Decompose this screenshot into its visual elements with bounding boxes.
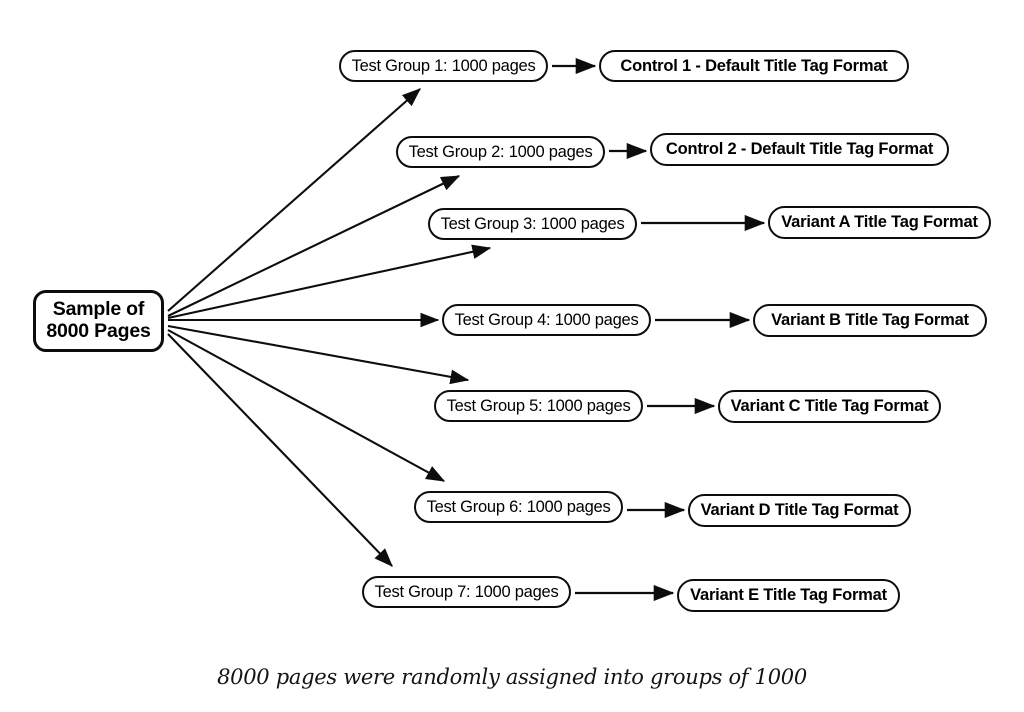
outcome-node-3: Variant A Title Tag Format <box>768 206 991 239</box>
outcome-node-7-label: Variant E Title Tag Format <box>690 586 887 605</box>
source-node-line-1: Sample of <box>52 298 145 321</box>
test-group-node-4: Test Group 4: 1000 pages <box>442 304 651 336</box>
outcome-node-5-label: Variant C Title Tag Format <box>730 397 929 416</box>
test-group-node-4-label: Test Group 4: 1000 pages <box>454 310 639 329</box>
source-node-sample-of-8000-pages: Sample of 8000 Pages <box>33 290 164 352</box>
outcome-node-2-label: Control 2 - Default Title Tag Format <box>665 140 934 159</box>
fanout-arrow-1 <box>167 88 421 312</box>
outcome-node-2: Control 2 - Default Title Tag Format <box>650 133 949 166</box>
outcome-node-1: Control 1 - Default Title Tag Format <box>599 50 909 82</box>
test-group-node-7: Test Group 7: 1000 pages <box>362 576 571 608</box>
test-group-node-5: Test Group 5: 1000 pages <box>434 390 643 422</box>
outcome-node-1-label: Control 1 - Default Title Tag Format <box>620 56 888 75</box>
test-group-node-6-label: Test Group 6: 1000 pages <box>426 497 611 516</box>
outcome-node-5: Variant C Title Tag Format <box>718 390 941 423</box>
diagram-canvas: Sample of 8000 Pages Test Group 1: 1000 … <box>0 0 1024 712</box>
fanout-arrow-6 <box>167 329 446 482</box>
fanout-arrow-5 <box>167 324 470 385</box>
source-node-line-2: 8000 Pages <box>46 320 151 342</box>
outcome-node-7: Variant E Title Tag Format <box>677 579 900 612</box>
outcome-node-4-label: Variant B Title Tag Format <box>771 311 969 330</box>
test-group-node-7-label: Test Group 7: 1000 pages <box>374 582 559 601</box>
outcome-node-4: Variant B Title Tag Format <box>753 304 987 337</box>
fanout-arrow-7 <box>167 333 393 567</box>
outcome-node-6-label: Variant D Title Tag Format <box>700 501 899 520</box>
test-group-node-3: Test Group 3: 1000 pages <box>428 208 637 240</box>
diagram-caption: 8000 pages were randomly assigned into g… <box>217 665 807 689</box>
fanout-arrow-2 <box>167 175 461 317</box>
test-group-node-1-label: Test Group 1: 1000 pages <box>351 56 536 75</box>
test-group-node-6: Test Group 6: 1000 pages <box>414 491 623 523</box>
test-group-node-3-label: Test Group 3: 1000 pages <box>440 214 625 233</box>
test-group-node-5-label: Test Group 5: 1000 pages <box>446 396 631 415</box>
test-group-node-2: Test Group 2: 1000 pages <box>396 136 605 168</box>
outcome-node-3-label: Variant A Title Tag Format <box>781 213 978 232</box>
test-group-node-1: Test Group 1: 1000 pages <box>339 50 548 82</box>
fanout-arrow-3 <box>167 244 492 320</box>
outcome-node-6: Variant D Title Tag Format <box>688 494 911 527</box>
test-group-node-2-label: Test Group 2: 1000 pages <box>408 142 593 161</box>
